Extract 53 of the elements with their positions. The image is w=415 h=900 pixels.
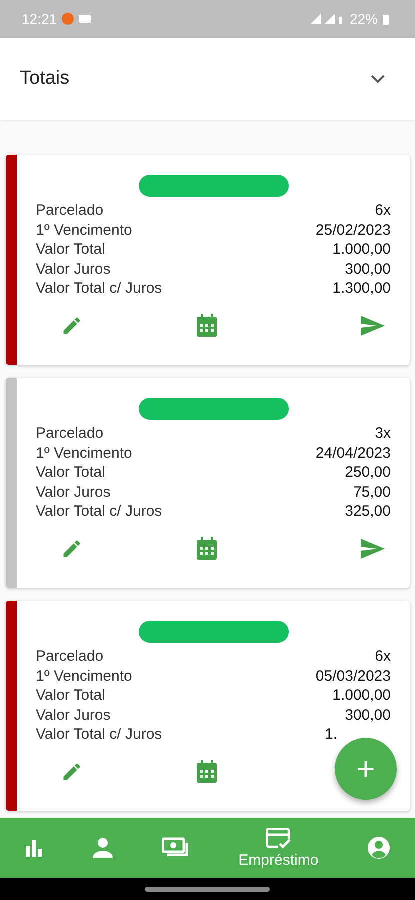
- send-icon[interactable]: [361, 316, 385, 336]
- field-label: Valor Total: [36, 240, 106, 260]
- field-label: 1º Vencimento: [36, 666, 132, 686]
- field-value: 300,00: [345, 260, 391, 280]
- field-value: 1.000,00: [332, 686, 391, 706]
- notification-icon: [79, 14, 92, 24]
- field-value: 3x: [375, 424, 391, 444]
- field-label: Valor Total c/ Juros: [36, 725, 162, 745]
- signal-icon: [310, 14, 345, 24]
- edit-icon[interactable]: [61, 760, 83, 783]
- person-icon: [92, 837, 114, 859]
- field-value: 325,00: [345, 502, 391, 522]
- edit-icon[interactable]: [61, 538, 83, 560]
- chevron-down-icon: [371, 74, 385, 84]
- status-time: 12:21: [22, 11, 58, 27]
- header-dropdown[interactable]: Totais: [0, 38, 415, 120]
- battery-level: 22%: [350, 11, 378, 27]
- calendar-icon[interactable]: [196, 536, 218, 561]
- field-label: Parcelado: [36, 646, 104, 667]
- card-check-icon: [266, 828, 292, 850]
- field-value: 25/02/2023: [316, 220, 391, 240]
- field-label: Valor Juros: [36, 706, 111, 726]
- calendar-icon[interactable]: [196, 760, 218, 784]
- field-label: Parcelado: [36, 424, 104, 444]
- bar-chart-icon: [24, 838, 44, 858]
- field-label: Valor Total c/ Juros: [36, 279, 162, 299]
- account-icon: [366, 836, 391, 860]
- field-label: Valor Juros: [36, 260, 111, 280]
- field-value: 1.000,00: [332, 240, 391, 260]
- calendar-icon[interactable]: [196, 314, 218, 338]
- field-label: Valor Juros: [36, 482, 111, 502]
- field-value: 05/03/2023: [316, 666, 391, 686]
- field-value: 75,00: [353, 482, 391, 502]
- field-label: 1º Vencimento: [36, 220, 132, 240]
- field-value: 6x: [375, 201, 391, 221]
- field-value: 6x: [375, 646, 391, 667]
- field-label: Valor Total: [36, 686, 106, 706]
- field-label: Parcelado: [36, 201, 104, 221]
- nav-item[interactable]: Empréstimo: [232, 824, 325, 872]
- field-value: 24/04/2023: [316, 444, 391, 464]
- field-label: 1º Vencimento: [36, 444, 132, 464]
- field-value: 250,00: [345, 463, 391, 483]
- header-title: Totais: [20, 68, 70, 90]
- home-indicator[interactable]: [145, 886, 270, 892]
- send-icon[interactable]: [361, 538, 385, 559]
- field-value: 300,00: [345, 706, 391, 726]
- edit-icon[interactable]: [61, 314, 83, 337]
- notification-icon: [62, 13, 74, 25]
- battery-icon: [383, 14, 389, 24]
- field-value: 1.300,00: [332, 279, 391, 299]
- field-label: Valor Total: [36, 463, 106, 483]
- money-icon: [162, 837, 190, 859]
- field-label: Valor Total c/ Juros: [36, 502, 162, 522]
